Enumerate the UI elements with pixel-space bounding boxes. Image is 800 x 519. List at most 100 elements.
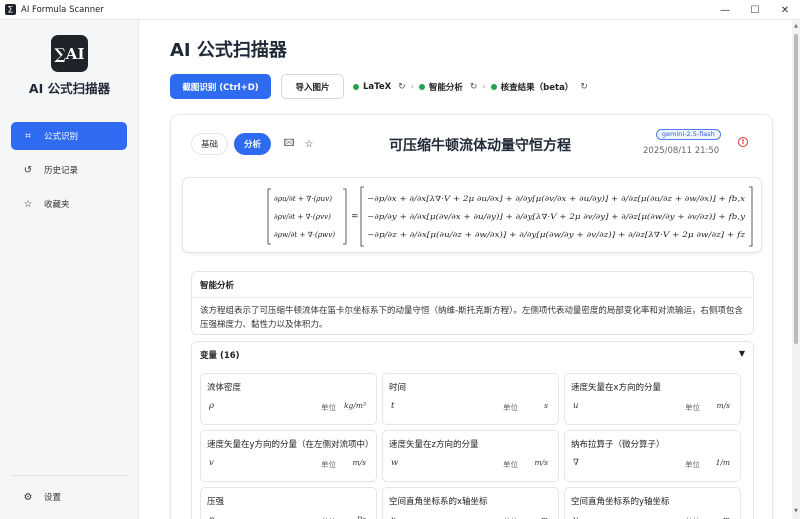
- step-verify: 核查结果（beta）: [500, 82, 574, 93]
- variable-name: 流体密度: [207, 383, 242, 393]
- variable-card[interactable]: 压强 p 单位 Pa: [200, 487, 377, 519]
- variable-unit: Pa: [357, 515, 366, 519]
- variable-card[interactable]: 流体密度 ρ 单位 kg/m³: [200, 373, 377, 425]
- maximize-button[interactable]: ☐: [740, 0, 770, 20]
- variable-name: 速度矢量在z方向的分量: [389, 440, 479, 450]
- warning-icon[interactable]: !: [738, 137, 748, 147]
- app-icon: ∑: [5, 4, 16, 15]
- formula-lhs-row: ∂ρu/∂t + ∇·(ρuv): [274, 194, 332, 203]
- formula-rhs-row: −∂p/∂z + ∂/∂x[μ(∂u/∂z + ∂w/∂x)] + ∂/∂y[μ…: [367, 230, 745, 239]
- unit-label: 单位: [685, 460, 700, 469]
- formula-render: ∂ρu/∂t + ∇·(ρuv) ∂ρv/∂t + ∇·(ρvv) ∂ρw/∂t…: [267, 186, 753, 247]
- variable-card[interactable]: 空间直角坐标系的x轴坐标 x 单位 m: [382, 487, 559, 519]
- scan-icon: ⌗: [25, 130, 31, 142]
- refresh-icon[interactable]: ↻: [580, 82, 588, 92]
- refresh-icon[interactable]: ↻: [398, 82, 406, 92]
- analysis-header: 智能分析: [192, 272, 753, 298]
- sidebar-item-label: 设置: [44, 493, 62, 503]
- variable-symbol: p: [209, 515, 214, 519]
- tab-basic[interactable]: 基础: [191, 133, 229, 155]
- sidebar-item-label: 历史记录: [44, 166, 79, 176]
- star-icon[interactable]: ☆: [301, 139, 317, 150]
- step-latex: LaTeX: [363, 81, 392, 92]
- variable-unit: kg/m³: [344, 401, 366, 410]
- sidebar: ∑AI AI 公式扫描器 ⌗ 公式识别 ↺ 历史记录 ☆ 收藏夹 ⚙ 设置: [0, 20, 139, 519]
- main-content: AI 公式扫描器 截图识别 (Ctrl+D) 导入图片 LaTeX ↻ › 智能…: [140, 20, 792, 519]
- capture-button[interactable]: 截图识别 (Ctrl+D): [170, 74, 271, 99]
- chevron-right-icon: ›: [482, 82, 486, 91]
- variable-name: 速度矢量在y方向的分量（在左侧对流项中）: [207, 440, 372, 450]
- tab-analysis[interactable]: 分析: [234, 133, 272, 155]
- window-title: AI Formula Scanner: [21, 4, 104, 15]
- app-logo: ∑AI: [51, 35, 88, 72]
- formula-rhs-row: −∂p/∂y + ∂/∂x[μ(∂v/∂x + ∂u/∂y)] + ∂/∂y[λ…: [367, 212, 746, 221]
- variable-unit: m/s: [716, 401, 731, 410]
- variable-name: 空间直角坐标系的y轴坐标: [571, 497, 670, 507]
- variables-panel: 变量 (16) ▼ 流体密度 ρ 单位 kg/m³ 时间 t 单位 s 速度矢量…: [191, 341, 754, 519]
- status-dot: [418, 83, 425, 90]
- sidebar-item-settings[interactable]: ⚙ 设置: [11, 483, 127, 511]
- refresh-icon[interactable]: ↻: [470, 82, 478, 92]
- step-analysis: 智能分析: [428, 82, 463, 93]
- sidebar-item-history[interactable]: ↺ 历史记录: [11, 156, 127, 184]
- status-dot: [353, 83, 359, 90]
- formula-lhs-row: ∂ρv/∂t + ∇·(ρvv): [274, 212, 331, 221]
- variable-name: 压强: [207, 497, 225, 507]
- timestamp: 2025/08/11 21:50: [643, 146, 720, 156]
- variable-card[interactable]: 速度矢量在x方向的分量 u 单位 m/s: [564, 373, 741, 425]
- sidebar-item-favorites[interactable]: ☆ 收藏夹: [11, 190, 127, 218]
- variable-symbol: u: [573, 401, 579, 411]
- variables-header[interactable]: 变量 (16): [192, 342, 753, 368]
- formula-display: ∂ρu/∂t + ∇·(ρuv) ∂ρv/∂t + ∇·(ρvv) ∂ρw/∂t…: [182, 177, 762, 253]
- page-title: AI 公式扫描器: [170, 40, 287, 61]
- scroll-up-icon[interactable]: ▲: [792, 23, 800, 29]
- sidebar-item-formula-recognition[interactable]: ⌗ 公式识别: [11, 122, 127, 150]
- unit-label: 单位: [685, 403, 700, 412]
- window-titlebar: ∑ AI Formula Scanner — ☐ ✕: [0, 0, 800, 20]
- result-tabs: 基础 分析 🖾 ☆: [191, 133, 317, 155]
- variable-unit: m/s: [352, 458, 367, 467]
- pipeline-steps: LaTeX ↻ › 智能分析 ↻ › 核查结果（beta） ↻: [353, 74, 588, 99]
- variable-unit: m: [723, 515, 730, 519]
- variable-unit: m/s: [534, 458, 549, 467]
- scrollbar-thumb[interactable]: [794, 34, 798, 344]
- unit-label: 单位: [321, 460, 336, 469]
- vertical-scrollbar[interactable]: ▲ ▼: [792, 20, 800, 519]
- close-button[interactable]: ✕: [770, 0, 800, 20]
- formula-rhs-row: −∂p/∂x + ∂/∂x[λ∇·V + 2μ ∂u/∂x] + ∂/∂y[μ(…: [367, 194, 745, 203]
- analysis-panel: 智能分析 该方程组表示了可压缩牛顿流体在笛卡尔坐标系下的动量守恒（纳维-斯托克斯…: [191, 271, 754, 335]
- variable-symbol: y: [573, 515, 578, 519]
- unit-label: 单位: [321, 403, 336, 412]
- app-name: AI 公式扫描器: [28, 81, 111, 96]
- variable-card[interactable]: 速度矢量在y方向的分量（在左侧对流项中） v 单位 m/s: [200, 430, 377, 482]
- caret-down-icon[interactable]: ▼: [739, 349, 745, 358]
- variable-name: 时间: [389, 383, 407, 393]
- variable-unit: m: [541, 515, 548, 519]
- formula-lhs-row: ∂ρw/∂t + ∇·(ρwv): [274, 230, 335, 239]
- variable-card[interactable]: 时间 t 单位 s: [382, 373, 559, 425]
- minimize-button[interactable]: —: [710, 0, 740, 20]
- gear-icon: ⚙: [23, 491, 33, 503]
- variable-unit: 1/m: [715, 458, 730, 467]
- sidebar-divider: [11, 475, 127, 476]
- result-card: 基础 分析 🖾 ☆ 可压缩牛顿流体动量守恒方程 gemini-2.5-flash…: [170, 114, 773, 519]
- unit-label: 单位: [503, 403, 518, 412]
- image-icon[interactable]: 🖾: [281, 136, 297, 153]
- history-icon: ↺: [23, 164, 33, 176]
- variable-unit: s: [544, 401, 548, 410]
- status-dot: [490, 83, 497, 90]
- variable-card[interactable]: 速度矢量在z方向的分量 w 单位 m/s: [382, 430, 559, 482]
- variable-symbol: t: [391, 401, 395, 411]
- formula-equals: =: [351, 212, 359, 222]
- star-icon: ☆: [23, 198, 33, 210]
- import-image-button[interactable]: 导入图片: [281, 74, 344, 99]
- variable-name: 空间直角坐标系的x轴坐标: [389, 497, 488, 507]
- scroll-down-icon[interactable]: ▼: [792, 508, 800, 514]
- unit-label: 单位: [503, 460, 518, 469]
- variable-symbol: ∇: [573, 458, 579, 468]
- sidebar-item-label: 收藏夹: [44, 200, 70, 210]
- variable-card[interactable]: 空间直角坐标系的y轴坐标 y 单位 m: [564, 487, 741, 519]
- formula-title: 可压缩牛顿流体动量守恒方程: [389, 138, 571, 154]
- variable-card[interactable]: 纳布拉算子（微分算子） ∇ 单位 1/m: [564, 430, 741, 482]
- variable-symbol: w: [391, 458, 399, 468]
